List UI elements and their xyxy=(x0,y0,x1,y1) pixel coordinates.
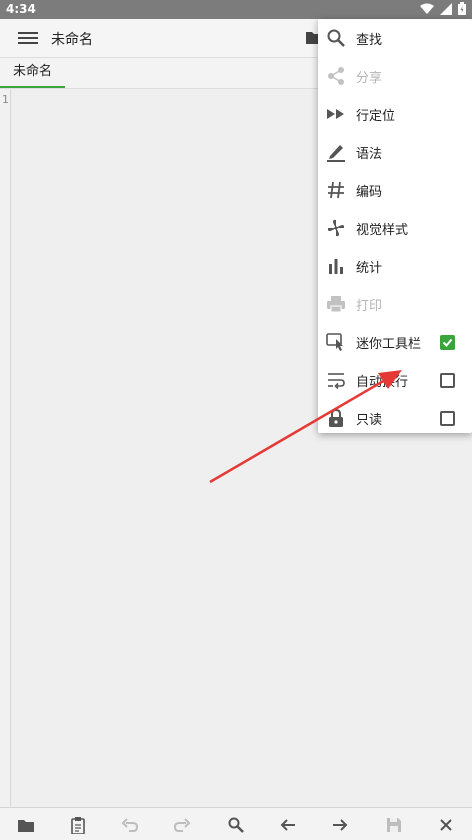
lock-icon xyxy=(326,408,346,428)
menu-item-mini-toolbar[interactable]: 迷你工具栏 xyxy=(318,323,472,361)
tab-untitled[interactable]: 未命名 xyxy=(0,58,66,88)
arrow-right-icon[interactable] xyxy=(330,815,350,835)
menu-item-label: 语法 xyxy=(356,147,383,162)
printer-icon xyxy=(326,294,346,314)
menu-item-label: 行定位 xyxy=(356,109,396,124)
clipboard-icon[interactable] xyxy=(68,815,88,835)
share-icon xyxy=(326,66,346,86)
search-icon[interactable] xyxy=(226,815,246,835)
pen-icon xyxy=(326,142,346,162)
save-icon[interactable] xyxy=(384,815,404,835)
menu-item-label: 打印 xyxy=(356,299,383,314)
document-title: 未命名 xyxy=(51,32,93,48)
menu-item-label: 只读 xyxy=(356,413,383,428)
status-bar: 4:34 xyxy=(0,0,472,19)
menu-item-label: 分享 xyxy=(356,71,383,86)
line-gutter: 1 xyxy=(0,89,11,807)
signal-icon xyxy=(440,2,452,15)
menu-item-label: 视觉样式 xyxy=(356,223,409,238)
menu-item-share[interactable]: 分享 xyxy=(318,57,472,95)
menu-item-encoding[interactable]: 编码 xyxy=(318,171,472,209)
menu-item-goto-line[interactable]: 行定位 xyxy=(318,95,472,133)
close-icon[interactable] xyxy=(436,815,456,835)
menu-item-label: 迷你工具栏 xyxy=(356,337,422,352)
undo-icon[interactable] xyxy=(120,815,140,835)
menu-item-read-only[interactable]: 只读 xyxy=(318,399,472,437)
word-wrap-checkbox[interactable] xyxy=(440,373,455,388)
battery-icon xyxy=(458,2,466,15)
overflow-menu: 查找 分享 行定位 语法 编码 视觉样式 统计 打印 迷你工具栏 自动换行 只读 xyxy=(318,19,472,433)
folder-icon[interactable] xyxy=(16,815,36,835)
hash-icon xyxy=(326,180,346,200)
menu-item-syntax[interactable]: 语法 xyxy=(318,133,472,171)
menu-item-label: 编码 xyxy=(356,185,383,200)
menu-item-label: 查找 xyxy=(356,33,383,48)
menu-item-print[interactable]: 打印 xyxy=(318,285,472,323)
menu-item-word-wrap[interactable]: 自动换行 xyxy=(318,361,472,399)
mini-toolbar-checkbox[interactable] xyxy=(440,335,455,350)
redo-icon[interactable] xyxy=(172,815,192,835)
fast-forward-icon xyxy=(326,104,346,124)
menu-item-statistics[interactable]: 统计 xyxy=(318,247,472,285)
bar-chart-icon xyxy=(326,256,346,276)
status-icons xyxy=(420,2,466,15)
line-number: 1 xyxy=(2,93,9,106)
pinwheel-icon xyxy=(326,218,346,238)
arrow-left-icon[interactable] xyxy=(278,815,298,835)
menu-item-find[interactable]: 查找 xyxy=(318,19,472,57)
wifi-icon xyxy=(420,3,434,14)
menu-item-label: 自动换行 xyxy=(356,375,409,390)
touch-icon xyxy=(326,332,346,352)
bottom-action-bar xyxy=(0,807,472,840)
wrap-icon xyxy=(326,370,346,390)
search-icon xyxy=(326,28,346,48)
read-only-checkbox[interactable] xyxy=(440,411,455,426)
menu-item-label: 统计 xyxy=(356,261,383,276)
status-time: 4:34 xyxy=(6,2,36,16)
hamburger-menu-icon[interactable] xyxy=(18,29,38,47)
menu-item-visual-style[interactable]: 视觉样式 xyxy=(318,209,472,247)
